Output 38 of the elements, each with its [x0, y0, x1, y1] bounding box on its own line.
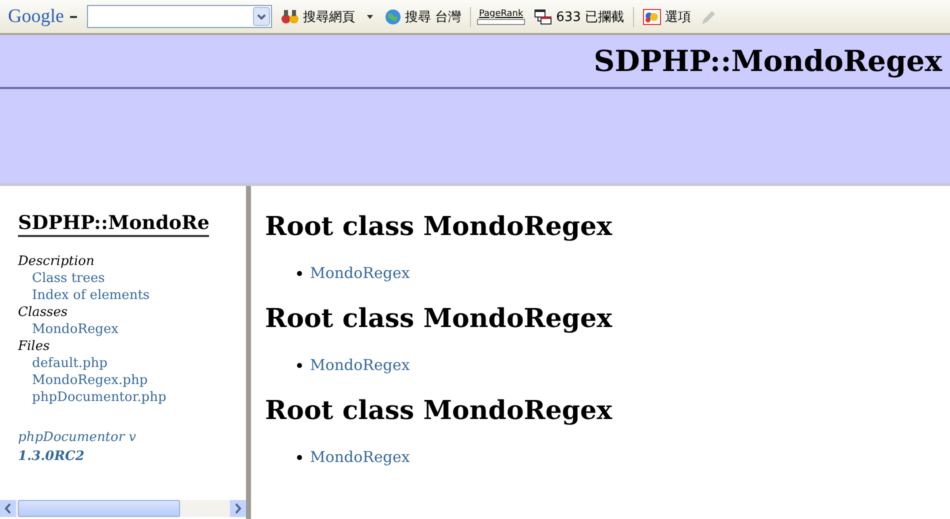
nav-heading: Classes — [18, 304, 69, 321]
class-link[interactable]: MondoRegex — [310, 448, 410, 466]
nav-heading: Description — [18, 253, 96, 270]
generator-label: phpDocumentor v — [18, 429, 138, 447]
class-link[interactable]: MondoRegex — [310, 356, 410, 374]
section-heading: Root class MondoRegex — [265, 211, 614, 244]
popup-blocker-button[interactable]: 633 已攔截 — [531, 8, 628, 26]
horizontal-scrollbar[interactable] — [0, 500, 246, 517]
search-web-button[interactable]: 搜尋網頁 — [278, 8, 358, 26]
sidebar-title: SDPHP::MondoRe — [18, 212, 210, 237]
version-label: 1.3.0RC2 — [18, 448, 86, 466]
nav-link[interactable]: phpDocumentor.php — [18, 389, 166, 406]
dropdown-button[interactable] — [252, 7, 270, 26]
section-heading: Root class MondoRegex — [265, 303, 614, 336]
nav-link[interactable]: default.php — [18, 355, 108, 372]
search-field[interactable] — [86, 5, 272, 28]
scrollbar-thumb[interactable] — [18, 500, 180, 517]
nav-heading: Files — [18, 338, 51, 355]
scroll-left-icon — [0, 500, 16, 517]
class-link[interactable]: MondoRegex — [310, 264, 410, 282]
scroll-right-icon — [230, 500, 246, 517]
nav-link[interactable]: MondoRegex — [18, 321, 118, 338]
search-site-button[interactable]: 搜尋 台灣 — [382, 8, 464, 26]
pagerank-meter: PageRank — [477, 8, 526, 24]
binoculars-icon — [280, 8, 299, 24]
globe-icon — [384, 8, 401, 24]
windows-icon — [534, 8, 552, 24]
section-heading: Root class MondoRegex — [265, 395, 614, 428]
bullet-icon — [297, 454, 302, 460]
bullet-icon — [297, 270, 302, 276]
nav-link[interactable]: MondoRegex.php — [18, 372, 148, 389]
google-logo[interactable]: Google — [8, 6, 64, 28]
nav-link[interactable]: Class trees — [18, 270, 105, 287]
options-button[interactable]: 選項 — [640, 8, 694, 26]
header-title: SDPHP::MondoRegex — [594, 44, 942, 78]
options-icon — [643, 8, 662, 24]
bullet-icon — [297, 362, 302, 368]
nav-link[interactable]: Index of elements — [18, 287, 150, 304]
